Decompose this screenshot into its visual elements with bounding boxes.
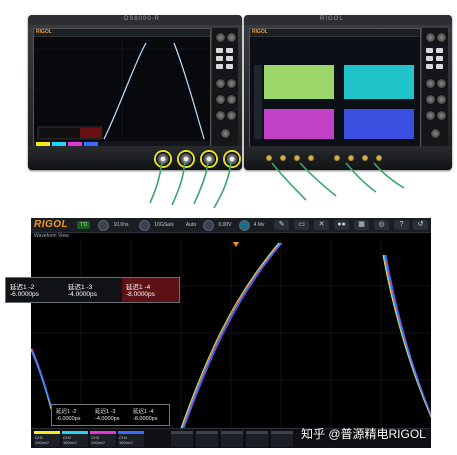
delay-value-2: -4.0000ps: [68, 291, 97, 298]
delay-measurement-panel: 延迟1 -2 -6.0000ps 延迟1 -3 -4.0000ps 延迟1 -4…: [5, 277, 180, 303]
on-screen-delay-readout: 延迟1 -2 -6.0000ps 延迟1 -3 -4.0000ps 延迟1 -4…: [51, 404, 170, 426]
run-state-badge[interactable]: T'D: [77, 221, 90, 229]
trigger-position-marker[interactable]: [233, 242, 239, 247]
help-icon[interactable]: ?: [394, 220, 409, 230]
channel-knob-icon[interactable]: [239, 220, 250, 231]
utility-icon[interactable]: ◎: [374, 220, 389, 230]
ch2-scale: 100mV/: [63, 440, 77, 445]
trace-ch3: [31, 242, 431, 428]
record-icon[interactable]: ●●: [334, 220, 349, 230]
waveform-plot: [31, 239, 431, 428]
status-slot-7[interactable]: [221, 431, 243, 447]
horizontal-knob-icon[interactable]: [98, 220, 109, 231]
status-ch1[interactable]: CH1 100mV/: [34, 431, 60, 447]
watermark: 知乎 @普源精电RIGOL: [301, 427, 426, 441]
trigger-knob-icon[interactable]: [203, 220, 214, 231]
annotation-label-3: 延迟1 -4: [133, 409, 154, 415]
status-ch4[interactable]: CH4 100mV/: [118, 431, 144, 447]
annotation-label-1: 延迟1 -2: [56, 409, 77, 415]
back-icon[interactable]: ↺: [413, 220, 428, 230]
channel-scale[interactable]: 4 Mv: [250, 221, 268, 229]
rigol-logo: RIGOL: [34, 219, 69, 230]
trigger-level[interactable]: 0.00V: [214, 221, 236, 229]
sample-rate[interactable]: 10GSa/s: [149, 221, 179, 229]
status-slot-6[interactable]: [196, 431, 218, 447]
delay-item-3: 延迟1 -4 -8.0000ps: [122, 278, 179, 302]
delay-label-1: 延迟1 -2: [10, 284, 35, 291]
status-ch2[interactable]: CH2 100mV/: [62, 431, 88, 447]
delay-item-2: 延迟1 -3 -4.0000ps: [64, 278, 122, 302]
scope-toolbar: RIGOL T'D 10.0ns 10GSa/s Auto 0.00V 4 Mv…: [31, 218, 431, 233]
measure-icon[interactable]: ▭: [294, 220, 309, 230]
annotation-label-2: 延迟1 -3: [95, 409, 116, 415]
status-slot-8[interactable]: [246, 431, 268, 447]
graticule: [31, 239, 431, 428]
annotation-value-1: -6.0000ps: [56, 416, 81, 422]
ch1-scale: 100mV/: [35, 440, 49, 445]
status-ch3[interactable]: CH3 100mV/: [90, 431, 116, 447]
ch4-scale: 100mV/: [119, 440, 133, 445]
annotation-value-3: -8.0000ps: [133, 416, 158, 422]
horizontal-scale[interactable]: 10.0ns: [109, 221, 133, 229]
status-slot-5[interactable]: [171, 431, 193, 447]
delay-value-1: -6.0000ps: [10, 291, 39, 298]
delay-item-1: 延迟1 -2 -6.0000ps: [6, 278, 64, 302]
trace-ch4: [31, 242, 431, 428]
memory-depth[interactable]: Auto: [183, 221, 199, 229]
ch3-scale: 100mV/: [91, 440, 105, 445]
coax-cables: [149, 161, 405, 209]
oscilloscope-screenshot: RIGOL T'D 10.0ns 10GSa/s Auto 0.00V 4 Mv…: [31, 218, 431, 448]
delay-label-3: 延迟1 -4: [126, 284, 151, 291]
delay-label-2: 延迟1 -3: [68, 284, 93, 291]
storage-icon[interactable]: ▦: [354, 220, 369, 230]
pen-icon[interactable]: ✎: [274, 220, 289, 230]
annotation-value-2: -4.0000ps: [95, 416, 120, 422]
delay-value-3: -8.0000ps: [126, 291, 155, 298]
status-slot-9[interactable]: [271, 431, 293, 447]
math-icon[interactable]: ✕: [314, 220, 329, 230]
